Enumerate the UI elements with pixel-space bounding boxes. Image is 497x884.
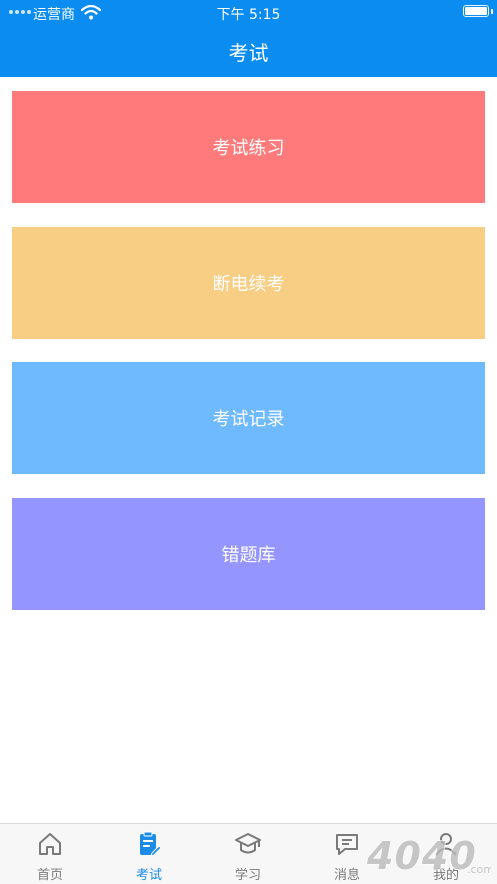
battery-icon — [463, 5, 489, 17]
exam-practice-label: 考试练习 — [212, 138, 285, 159]
exam-records-button[interactable]: 考试记录 — [12, 362, 485, 474]
exam-icon — [140, 831, 162, 857]
exam-practice-button[interactable]: 考试练习 — [12, 91, 485, 203]
svg-text:4040: 4040 — [366, 834, 477, 878]
tab-study[interactable]: 学习 — [208, 824, 288, 884]
resume-exam-label: 断电续考 — [212, 274, 285, 295]
site-watermark-logo: 4040 .com — [363, 831, 494, 879]
status-bar: 运营商 下午 5:15 — [0, 0, 497, 26]
tab-home[interactable]: 首页 — [10, 824, 90, 884]
tab-exam[interactable]: 考试 — [109, 824, 189, 884]
status-time: 下午 5:15 — [216, 7, 281, 23]
wrong-questions-label: 错题库 — [221, 545, 276, 566]
svg-text:.com: .com — [467, 863, 491, 876]
tab-study-label: 学习 — [234, 868, 261, 883]
header-bar: 运营商 下午 5:15 考试 — [0, 0, 497, 77]
tab-exam-label: 考试 — [135, 868, 162, 883]
page-title: 考试 — [228, 41, 269, 65]
graduation-cap-icon — [235, 833, 261, 854]
message-icon — [336, 834, 358, 855]
resume-exam-button[interactable]: 断电续考 — [12, 227, 485, 339]
wrong-questions-button[interactable]: 错题库 — [12, 498, 485, 610]
exam-records-label: 考试记录 — [212, 409, 285, 430]
battery-tip — [491, 9, 493, 14]
tab-home-label: 首页 — [36, 868, 63, 883]
home-icon — [39, 833, 61, 855]
